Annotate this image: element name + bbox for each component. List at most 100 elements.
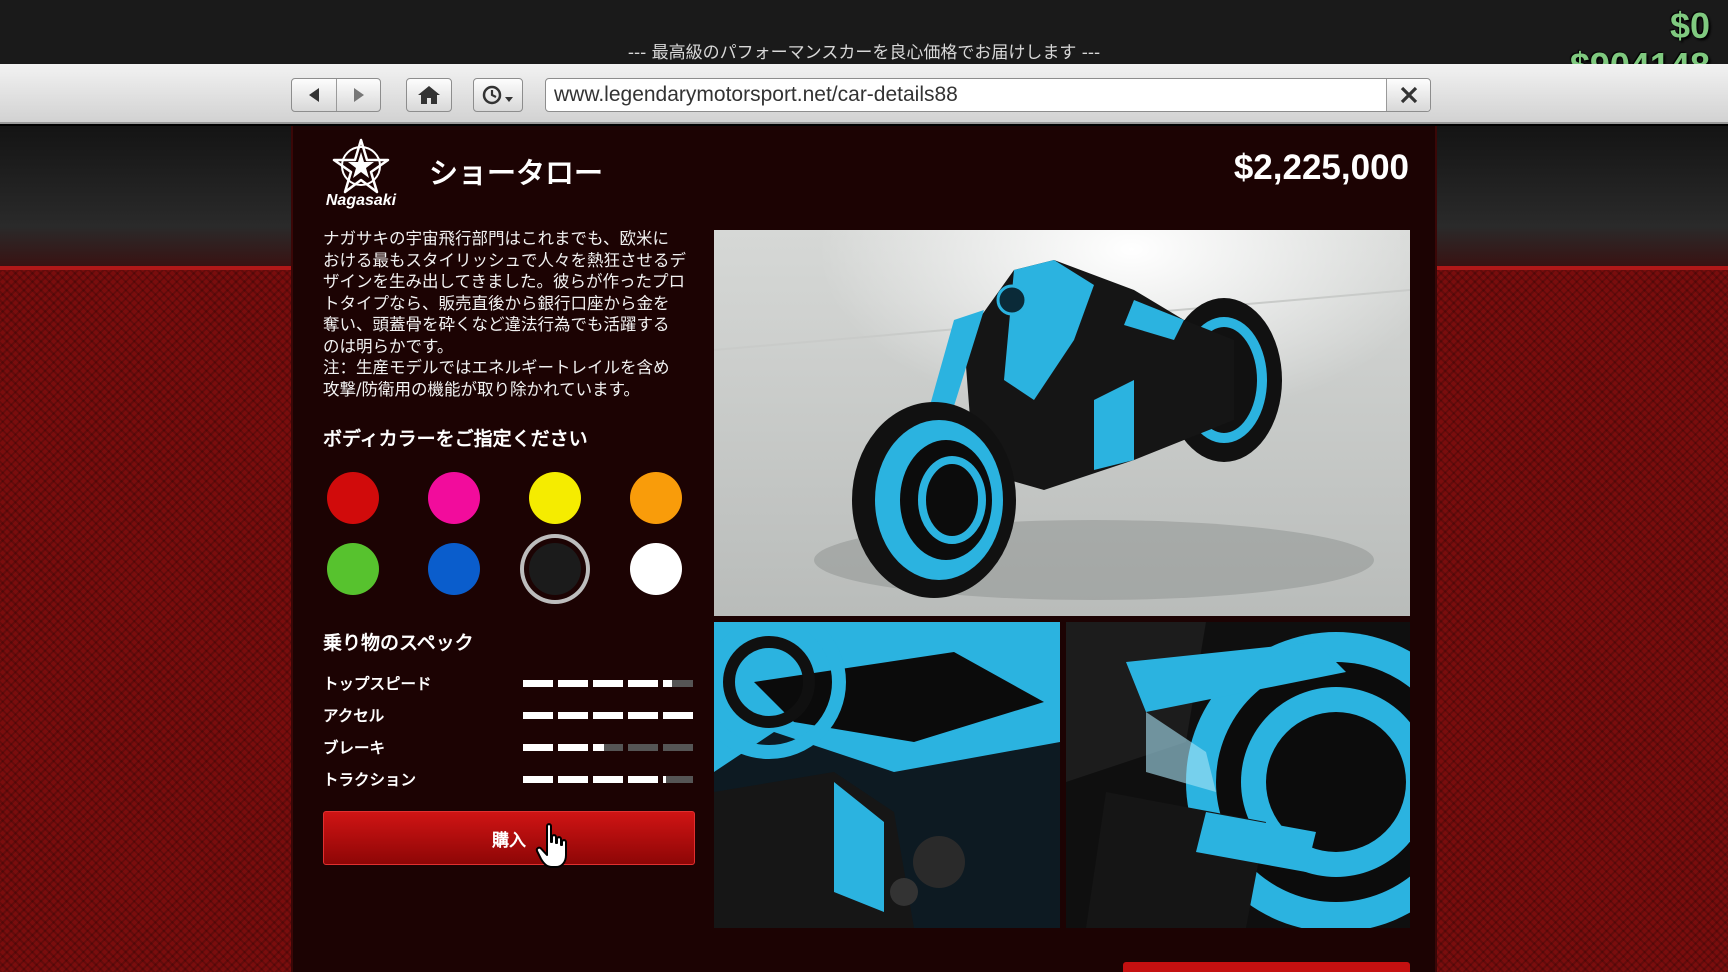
color-swatch-black[interactable] — [529, 543, 581, 595]
nagasaki-star-logo-icon — [332, 138, 390, 194]
history-group — [473, 78, 523, 112]
spec-row: ブレーキ — [323, 736, 695, 758]
body-color-heading: ボディカラーをご指定ください — [323, 428, 588, 450]
vehicle-price: $2,225,000 — [1233, 148, 1409, 187]
spec-bar-fill — [663, 712, 693, 719]
spec-row: トラクション — [323, 768, 695, 790]
next-section-heading-partial — [323, 958, 483, 972]
spec-bar — [523, 680, 693, 687]
spec-bar-fill — [593, 680, 623, 687]
spec-bar — [523, 712, 693, 719]
vehicle-detail-image-front[interactable] — [714, 622, 1060, 928]
home-group — [406, 78, 452, 112]
vehicle-description: ナガサキの宇宙飛行部門はこれまでも、欧米に おける最もスタイリッシュで人々を熱狂… — [323, 228, 695, 400]
next-section-button-partial[interactable] — [1123, 962, 1410, 972]
url-text[interactable]: www.legendarymotorsport.net/car-details8… — [546, 83, 1386, 107]
brand-logo: Nagasaki — [319, 138, 403, 210]
vehicle-detail-image-rear[interactable] — [1066, 622, 1410, 928]
forward-button[interactable] — [336, 79, 380, 111]
spec-bar-fill — [523, 744, 553, 751]
spec-bar-fill — [558, 744, 588, 751]
spec-bar-segment — [628, 712, 658, 719]
spec-bar-fill — [628, 776, 658, 783]
description-line: のは明らかです。 — [323, 336, 454, 356]
back-button[interactable] — [292, 79, 336, 111]
forward-arrow-icon — [353, 88, 364, 102]
spec-bar-segment — [558, 712, 588, 719]
color-swatch-red[interactable] — [327, 472, 379, 524]
address-bar[interactable]: www.legendarymotorsport.net/car-details8… — [545, 78, 1431, 112]
spec-bar-fill — [558, 712, 588, 719]
specs-heading: 乗り物のスペック — [323, 632, 474, 654]
spec-bar-fill — [523, 680, 553, 687]
spec-bar-segment — [663, 680, 693, 687]
close-x-icon — [1400, 86, 1417, 104]
color-swatch-yellow[interactable] — [529, 472, 581, 524]
browser-toolbar: www.legendarymotorsport.net/car-details8… — [0, 64, 1728, 124]
spec-bar-segment — [523, 744, 553, 751]
spec-bar-fill — [523, 712, 553, 719]
vehicle-details-panel: Nagasaki ショータロー $2,225,000 ナガサキの宇宙飛行部門はこ… — [291, 126, 1437, 972]
vehicle-name: ショータロー — [429, 156, 604, 190]
back-arrow-icon — [309, 88, 319, 102]
color-swatch-green[interactable] — [327, 543, 379, 595]
spec-row: トップスピード — [323, 672, 695, 694]
home-icon — [418, 86, 440, 104]
spec-bar-segment — [593, 776, 623, 783]
color-swatch-grid — [327, 472, 687, 612]
spec-label: トップスピード — [323, 675, 432, 693]
description-line: ザインを生み出してきました。彼らが作ったプロ — [323, 272, 686, 291]
purchase-button[interactable]: 購入 — [323, 811, 695, 865]
home-button[interactable] — [407, 79, 451, 111]
color-swatch-orange[interactable] — [630, 472, 682, 524]
description-line: トタイプなら、販売直後から銀行口座から金を — [323, 293, 670, 313]
spec-bar-fill — [558, 776, 588, 783]
spec-bar — [523, 744, 693, 751]
history-clock-icon — [482, 85, 513, 105]
spec-bar-segment — [523, 776, 553, 783]
spec-label: トラクション — [323, 771, 417, 789]
spec-bar-segment — [663, 744, 693, 751]
brand-logo-text: Nagasaki — [325, 192, 397, 209]
spec-bar-fill — [593, 712, 623, 719]
site-tagline: --- 最高級のパフォーマンスカーを良心価格でお届けします --- — [627, 43, 1101, 63]
spec-bar-segment — [558, 744, 588, 751]
back-forward-group — [291, 78, 381, 112]
history-button[interactable] — [474, 79, 522, 111]
spec-bar-segment — [628, 776, 658, 783]
spec-bar-segment — [558, 776, 588, 783]
spec-bar-segment — [628, 744, 658, 751]
spec-label: ブレーキ — [323, 739, 386, 757]
spec-bar-segment — [663, 776, 693, 783]
close-page-button[interactable] — [1386, 79, 1430, 111]
spec-bar-segment — [523, 712, 553, 719]
hand-cursor-icon — [535, 823, 567, 868]
vehicle-main-image[interactable] — [714, 230, 1410, 616]
spec-bar-segment — [593, 712, 623, 719]
description-line: 注：生産モデルではエネルギートレイルを含め — [323, 358, 670, 377]
color-swatch-white[interactable] — [630, 543, 682, 595]
spec-bar-segment — [593, 744, 623, 751]
spec-row: アクセル — [323, 704, 695, 726]
spec-bar-fill — [663, 680, 672, 687]
spec-bar-segment — [523, 680, 553, 687]
spec-bar-fill — [523, 776, 553, 783]
spec-bar-fill — [628, 680, 658, 687]
spec-bar — [523, 776, 693, 783]
spec-bar-segment — [558, 680, 588, 687]
description-line: 攻撃/防衛用の機能が取り除かれています。 — [323, 379, 640, 399]
color-swatch-pink[interactable] — [428, 472, 480, 524]
spec-bar-fill — [593, 776, 623, 783]
spec-bar-fill — [593, 744, 604, 751]
spec-bar-fill — [628, 712, 658, 719]
description-line: 奪い、頭蓋骨を砕くなど違法行為でも活躍する — [323, 315, 670, 334]
description-line: おける最もスタイリッシュで人々を熱狂させるデ — [323, 250, 686, 270]
color-swatch-blue[interactable] — [428, 543, 480, 595]
spec-bar-fill — [663, 776, 666, 783]
spec-bar-segment — [663, 712, 693, 719]
description-line: ナガサキの宇宙飛行部門はこれまでも、欧米に — [323, 229, 670, 248]
top-banner: --- 最高級のパフォーマンスカーを良心価格でお届けします --- — [0, 0, 1728, 64]
spec-bar-segment — [593, 680, 623, 687]
spec-bar-segment — [628, 680, 658, 687]
spec-label: アクセル — [323, 707, 385, 725]
